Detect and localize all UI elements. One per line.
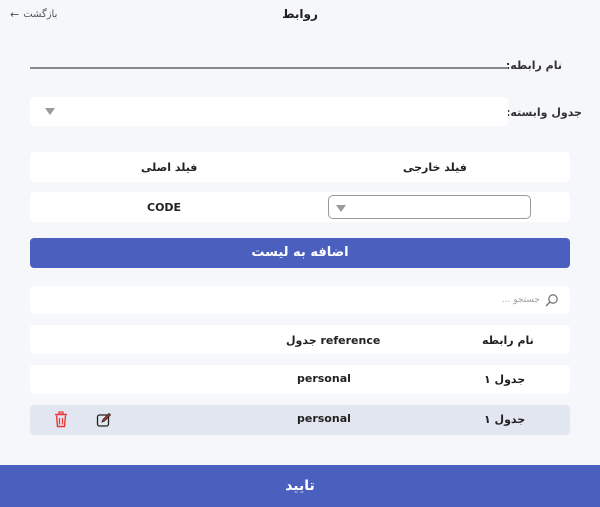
column-header-reference: جدول reference [286, 334, 381, 347]
foreign-field-header: فیلد خارجی [403, 161, 467, 174]
related-table-select[interactable] [30, 97, 508, 126]
header-bar: بازگشت ← روابط [0, 0, 600, 30]
column-header-name: نام رابطه [482, 334, 534, 347]
primary-field-value: CODE [147, 201, 182, 214]
add-to-list-button[interactable]: اضافه به لیست [30, 238, 570, 268]
search-bar [30, 286, 570, 314]
row-name: جدول ۱ [484, 413, 526, 426]
trash-icon[interactable] [53, 411, 69, 428]
primary-field-header: فیلد اصلی [141, 161, 198, 174]
search-input[interactable] [70, 291, 540, 309]
mapping-header: فیلد خارجی فیلد اصلی [30, 152, 570, 182]
edit-icon[interactable] [96, 412, 112, 428]
chevron-down-icon [45, 108, 55, 115]
relation-name-label: نام رابطه: [505, 59, 562, 72]
page-title: روابط [282, 7, 318, 21]
row-reference: personal [297, 412, 351, 425]
relation-name-field[interactable] [30, 67, 508, 69]
table-row[interactable]: جدول ۱ personal [30, 365, 570, 394]
table-row[interactable]: جدول ۱ personal [30, 405, 570, 435]
related-table-label: جدول وابسته: [506, 106, 582, 119]
table-header: نام رابطه جدول reference [30, 325, 570, 354]
row-name: جدول ۱ [484, 373, 526, 386]
confirm-button[interactable]: تایید [0, 465, 600, 507]
search-icon[interactable] [545, 293, 559, 307]
foreign-field-select[interactable] [328, 195, 531, 219]
chevron-down-icon [336, 205, 346, 212]
row-reference: personal [297, 372, 351, 385]
